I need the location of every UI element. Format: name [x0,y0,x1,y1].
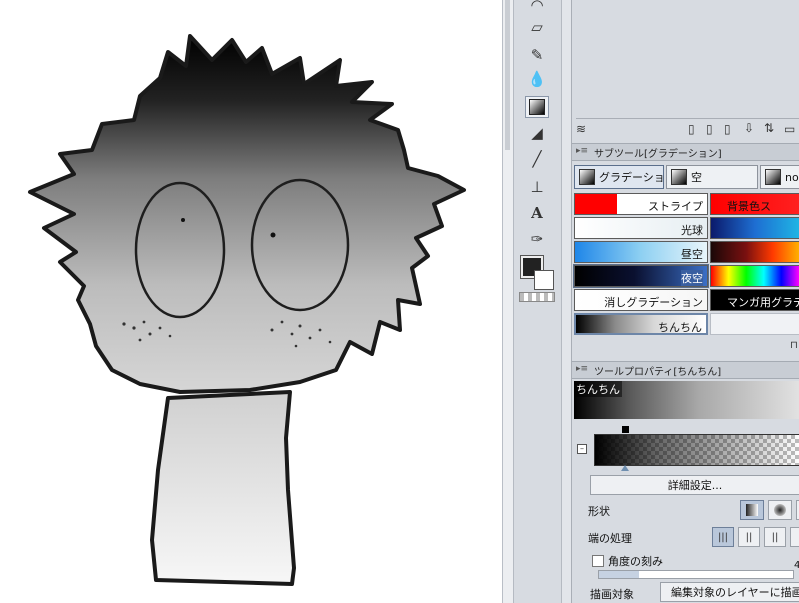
gradient-item-label: 光球 [681,224,703,237]
new-subtool-icon[interactable]: ▯ [688,122,695,136]
gradient-swatch-icon [765,169,781,185]
tab-sky[interactable]: 空 [666,165,758,189]
gradient-item-label: ちんちん [658,321,702,334]
edge-reverse-icon: || [745,531,753,543]
panel-menu-icon[interactable]: ▸≡ [576,146,588,156]
copy-subtool-icon[interactable]: ▯ [706,122,713,136]
head-shape [28,34,466,394]
canvas-drawing [28,34,466,586]
import-subtool-icon[interactable]: ⇩ [744,121,754,135]
circular-shape-icon [774,504,786,516]
gradient-item[interactable]: ストライプ [574,193,708,215]
detail-settings-label: 詳細設定... [667,479,723,492]
gradient-item[interactable]: ちんちん [574,313,708,335]
gradient-item-label: 背景色ス [727,200,771,213]
subtool-icon-strip: ≋ ▯ ▯ ▯ ⇩ ⇅ ▭ [572,120,799,140]
angle-step-value: 4 [794,560,799,571]
shape-label: 形状 [588,505,610,518]
edge-repeat-button[interactable]: ||| [712,527,734,547]
gradient-item[interactable]: 消しグラデーション [574,289,708,311]
subtool-panel-header[interactable]: ▸≡ サブツール[グラデーション] [572,143,799,161]
eraser-icon[interactable]: ▱ [525,16,549,38]
move-subtool-icon[interactable]: ⇅ [764,121,774,135]
right-panel: ≋ ▯ ▯ ▯ ⇩ ⇅ ▭ ▸≡ サブツール[グラデーション] グラデーション … [571,0,799,603]
ruler-tool-icon[interactable]: ⊥ [525,176,549,198]
tool-property-title: ツールプロパティ[ちんちん] [594,367,722,378]
gradient-editor-bar[interactable] [594,434,799,466]
draw-target-value: 編集対象のレイヤーに描画 [671,586,799,599]
transparent-color-swatch[interactable] [519,292,555,302]
right-pupil [270,232,276,238]
angle-step-label: 角度の刻み [608,555,663,568]
fill-drops-icon[interactable]: 💧 [525,68,549,90]
gradient-swatch-icon [671,169,687,185]
duplicate-subtool-icon[interactable]: ▯ [724,122,731,136]
decoration-brush-icon[interactable]: ✎ [525,44,549,66]
tab-sky-label: 空 [691,171,702,184]
line-tool-icon[interactable]: ╱ [525,148,549,170]
blend-tool-icon[interactable]: ◠ [525,0,549,16]
canvas-scrollbar[interactable] [502,0,513,603]
edge-none-button[interactable]: || [764,527,786,547]
edge-repeat-icon: ||| [717,531,729,543]
gradient-item[interactable]: 夜空 [573,264,709,288]
tool-palette: ◠ ▱ ✎ 💧 ◢ ╱ ⊥ A ✑ [513,0,562,603]
edge-none-icon: || [771,531,779,543]
subtool-panel-title: サブツール[グラデーション] [594,149,722,160]
settings-subtool-icon[interactable]: ▭ [784,122,795,136]
tab-nos[interactable]: nos [760,165,799,189]
drawing-canvas[interactable] [0,0,502,603]
tool-property-header[interactable]: ▸≡ ツールプロパティ[ちんちん] [572,361,799,379]
gradient-item[interactable] [710,265,799,287]
gradient-swatch-icon [579,169,595,185]
gradient-item[interactable]: 昼空 [574,241,708,263]
gradient-item-label: マンガ用グラデ [727,296,799,309]
tool-group-area [576,0,799,119]
gradient-bottom-marker-icon[interactable] [621,465,629,471]
preset-name: ちんちん [574,381,622,397]
angle-step-slider-fill [599,571,639,578]
gradient-item[interactable]: マンガ用グラデ [710,289,799,311]
scroll-thumb[interactable] [505,0,510,150]
shape-circular-button[interactable] [768,500,792,520]
linear-shape-icon [746,504,758,516]
gradient-item[interactable]: 背景色ス [710,193,799,215]
gradient-item-label: 昼空 [681,248,703,261]
panel-menu-icon[interactable]: ▸≡ [576,364,588,374]
gradient-tool-icon[interactable] [525,96,549,118]
tab-gradient-label: グラデーション [599,171,664,184]
panel-lock-icon[interactable]: ⊓ [790,340,798,351]
edge-processing-label: 端の処理 [588,532,632,545]
tab-gradient[interactable]: グラデーション [574,165,664,189]
edge-extend-button[interactable] [790,527,799,547]
stem-shape [150,390,296,586]
draw-target-dropdown[interactable]: 編集対象のレイヤーに描画 [660,582,799,602]
shape-tool-icon[interactable]: ◢ [525,122,549,144]
sub-color-swatch[interactable] [534,270,554,290]
gradient-top-marker-icon[interactable] [622,426,629,433]
layers-menu-icon[interactable]: ≋ [576,122,586,136]
gradient-item-label: 夜空 [681,270,703,286]
gradient-item[interactable] [710,313,799,335]
angle-step-slider[interactable] [598,570,794,579]
edge-reverse-button[interactable]: || [738,527,760,547]
text-tool-icon[interactable]: A [525,202,549,224]
shape-linear-button[interactable] [740,500,764,520]
gradient-item[interactable]: 光球 [574,217,708,239]
gradient-item[interactable] [710,241,799,263]
preset-preview-bar: ちんちん [574,381,799,419]
balloon-tool-icon[interactable]: ✑ [525,228,549,250]
gradient-item-label: ストライプ [648,200,703,213]
left-pupil [181,218,185,222]
angle-step-checkbox[interactable] [592,555,604,567]
draw-target-label: 描画対象 [590,588,634,601]
detail-settings-button[interactable]: 詳細設定... [590,475,799,495]
gradient-collapse-toggle[interactable]: – [577,444,587,454]
gradient-item[interactable] [710,217,799,239]
tab-nos-label: nos [785,170,799,184]
gradient-item-label: 消しグラデーション [604,296,703,309]
